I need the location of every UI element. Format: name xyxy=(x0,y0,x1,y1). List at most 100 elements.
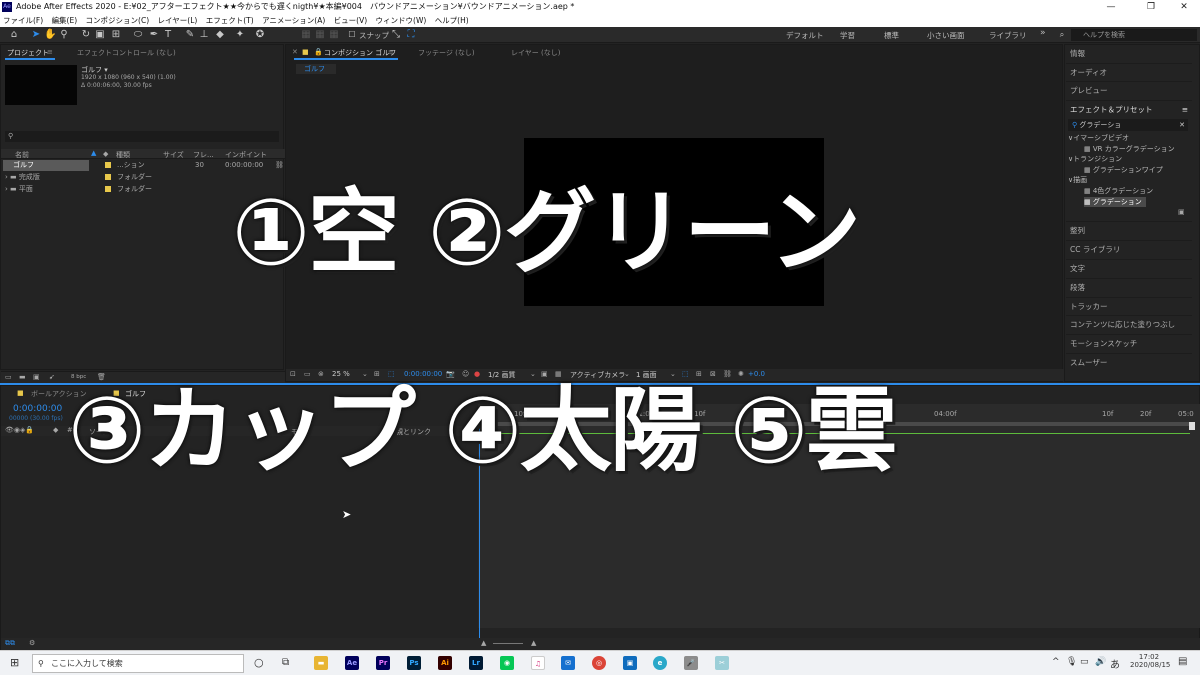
col-size[interactable]: サイズ xyxy=(163,150,184,160)
store-icon[interactable]: ▣ xyxy=(623,656,637,670)
panel-character[interactable]: 文字 xyxy=(1066,259,1192,277)
camera-tool-icon[interactable]: ▣ xyxy=(94,29,106,41)
illustrator-icon[interactable]: Ai xyxy=(438,656,452,670)
panel-paragraph[interactable]: 段落 xyxy=(1066,278,1192,296)
breadcrumb-comp[interactable]: ゴルフ xyxy=(296,65,325,73)
new-comp-icon[interactable]: ▣ xyxy=(33,373,40,381)
expand-chevron-icon[interactable]: › xyxy=(5,173,8,181)
axis-local-icon[interactable]: ▦ xyxy=(300,29,312,41)
network-icon[interactable]: ▭ xyxy=(1080,657,1089,667)
after-effects-icon[interactable]: Ae xyxy=(345,656,359,670)
tab-project[interactable]: プロジェクト xyxy=(7,48,49,58)
show-hidden-icons-icon[interactable]: ^ xyxy=(1052,657,1060,667)
av-switch-icon[interactable]: 👁◉◈🔒 xyxy=(5,426,34,434)
menu-window[interactable]: ウィンドウ(W) xyxy=(376,16,427,25)
clear-search-icon[interactable]: ✕ xyxy=(1179,119,1185,131)
zoom-out-icon[interactable]: ▲ xyxy=(481,639,486,647)
work-area-end-handle[interactable] xyxy=(1189,422,1195,430)
ime-indicator[interactable]: あ xyxy=(1110,656,1120,671)
snip-tool-icon[interactable]: ✂ xyxy=(715,656,729,670)
eraser-tool-icon[interactable]: ◆ xyxy=(214,29,226,41)
flowchart-icon[interactable]: ⛓ xyxy=(275,160,284,171)
tab-layer[interactable]: レイヤー (なし) xyxy=(511,48,560,58)
menu-layer[interactable]: レイヤー(L) xyxy=(158,16,198,25)
project-settings-icon[interactable]: ➹ xyxy=(49,373,55,381)
chrome-icon[interactable]: ◎ xyxy=(592,656,606,670)
layer-switches-icon[interactable]: ⧉⧉ xyxy=(5,639,15,648)
panel-menu-icon[interactable]: ≡ xyxy=(1182,101,1188,119)
col-type[interactable]: 種類 xyxy=(116,150,130,160)
minimize-icon[interactable]: — xyxy=(1093,0,1129,14)
puppet-tool-icon[interactable]: ✪ xyxy=(254,29,266,41)
clock[interactable]: 17:02 2020/08/15 xyxy=(1130,653,1170,669)
clone-stamp-tool-icon[interactable]: ⊥ xyxy=(198,29,210,41)
new-folder-icon[interactable]: ▬ xyxy=(19,373,26,381)
hand-tool-icon[interactable]: ✋ xyxy=(44,29,56,41)
premiere-icon[interactable]: Pr xyxy=(376,656,390,670)
ellipse-tool-icon[interactable]: ⬭ xyxy=(132,29,144,41)
selection-tool-icon[interactable]: ➤ xyxy=(30,29,42,41)
workspace-small-screen[interactable]: 小さい画面 xyxy=(927,30,965,41)
panel-preview[interactable]: プレビュー xyxy=(1066,81,1192,99)
mail-icon[interactable]: ✉ xyxy=(561,656,575,670)
snap-checkbox-icon[interactable]: ☐ xyxy=(346,29,358,41)
volume-icon[interactable]: 🔊 xyxy=(1095,657,1106,667)
home-icon[interactable]: ⌂ xyxy=(8,29,20,41)
itunes-icon[interactable]: ♫ xyxy=(531,656,545,670)
zoom-tool-icon[interactable]: ⚲ xyxy=(58,29,70,41)
tree-effect[interactable]: ▦ VR カラーグラデーション xyxy=(1084,144,1175,154)
tree-category[interactable]: ∨トランジション xyxy=(1068,154,1122,164)
timeline-timecode[interactable]: 0:00:00:00 xyxy=(13,404,62,414)
pan-behind-tool-icon[interactable]: ⊞ xyxy=(110,29,122,41)
menu-file[interactable]: ファイル(F) xyxy=(3,16,43,25)
panel-motion-sketch[interactable]: モーションスケッチ xyxy=(1066,334,1192,352)
rotate-tool-icon[interactable]: ↻ xyxy=(80,29,92,41)
panel-audio[interactable]: オーディオ xyxy=(1066,63,1192,81)
snap-feature-icon[interactable]: ⛶ xyxy=(405,29,417,41)
tree-effect-selected[interactable]: ▦ グラデーション xyxy=(1084,197,1146,207)
panel-effects-presets[interactable]: エフェクト＆プリセット ≡ xyxy=(1066,100,1192,118)
tree-effect[interactable]: ▦ グラデーションワイプ xyxy=(1084,165,1163,175)
close-tab-icon[interactable]: ✕ xyxy=(292,48,298,56)
menu-animation[interactable]: アニメーション(A) xyxy=(262,16,325,25)
lightroom-icon[interactable]: Lr xyxy=(469,656,483,670)
workspace-libraries[interactable]: ライブラリ xyxy=(989,30,1027,41)
menu-edit[interactable]: 編集(E) xyxy=(52,16,78,25)
taskbar-search-input[interactable]: ⚲ ここに入力して検索 xyxy=(32,654,244,673)
file-explorer-icon[interactable]: ▬ xyxy=(314,656,328,670)
tree-category[interactable]: ∨イマーシブビデオ xyxy=(1068,133,1129,143)
workspace-default[interactable]: デフォルト xyxy=(786,30,824,41)
edge-icon[interactable]: e xyxy=(653,656,667,670)
line-icon[interactable]: ◉ xyxy=(500,656,514,670)
task-view-icon[interactable]: ⧉ xyxy=(282,656,296,670)
microphone-icon[interactable]: 🎙 xyxy=(1066,657,1077,667)
cortana-icon[interactable]: ○ xyxy=(254,656,268,670)
panel-content-aware-fill[interactable]: コンテンツに応じた塗りつぶし xyxy=(1066,315,1192,333)
project-search-input[interactable]: ⚲ xyxy=(5,131,279,142)
col-in-point[interactable]: インポイント xyxy=(225,150,267,160)
close-icon[interactable]: ✕ xyxy=(1166,0,1200,14)
type-tool-icon[interactable]: T xyxy=(162,29,174,41)
workspace-learn[interactable]: 学習 xyxy=(840,30,855,41)
panel-info[interactable]: 情報 xyxy=(1066,45,1192,63)
workspace-more-icon[interactable]: » xyxy=(1040,28,1046,38)
tab-menu-icon[interactable]: ≡ xyxy=(388,48,394,56)
menu-view[interactable]: ビュー(V) xyxy=(334,16,367,25)
axis-view-icon[interactable]: ▦ xyxy=(328,29,340,41)
tab-footage[interactable]: フッテージ (なし) xyxy=(418,48,475,58)
panel-tracker[interactable]: トラッカー xyxy=(1066,297,1192,315)
workspace-standard[interactable]: 標準 xyxy=(884,30,899,41)
menu-help[interactable]: ヘルプ(H) xyxy=(435,16,469,25)
roto-brush-tool-icon[interactable]: ✦ xyxy=(234,29,246,41)
snap-option-icon[interactable]: ⤡ xyxy=(390,29,402,41)
effects-search-input[interactable]: ⚲ グラデーショ ✕ xyxy=(1068,119,1188,131)
photoshop-icon[interactable]: Ps xyxy=(407,656,421,670)
tree-category[interactable]: ∨描画 xyxy=(1068,175,1087,185)
menu-composition[interactable]: コンポジション(C) xyxy=(86,16,150,25)
maximize-icon[interactable]: ❐ xyxy=(1133,0,1169,14)
tab-effect-controls[interactable]: エフェクトコントロール (なし) xyxy=(77,48,176,58)
tab-composition[interactable]: コンポジション ゴルフ xyxy=(324,48,396,58)
list-item[interactable]: ゴルフ ...ション 30 0:00:00:00 ⛓ xyxy=(3,160,284,171)
panel-cc-libraries[interactable]: CC ライブラリ xyxy=(1066,240,1192,258)
lock-icon[interactable]: 🔒 xyxy=(314,48,323,56)
